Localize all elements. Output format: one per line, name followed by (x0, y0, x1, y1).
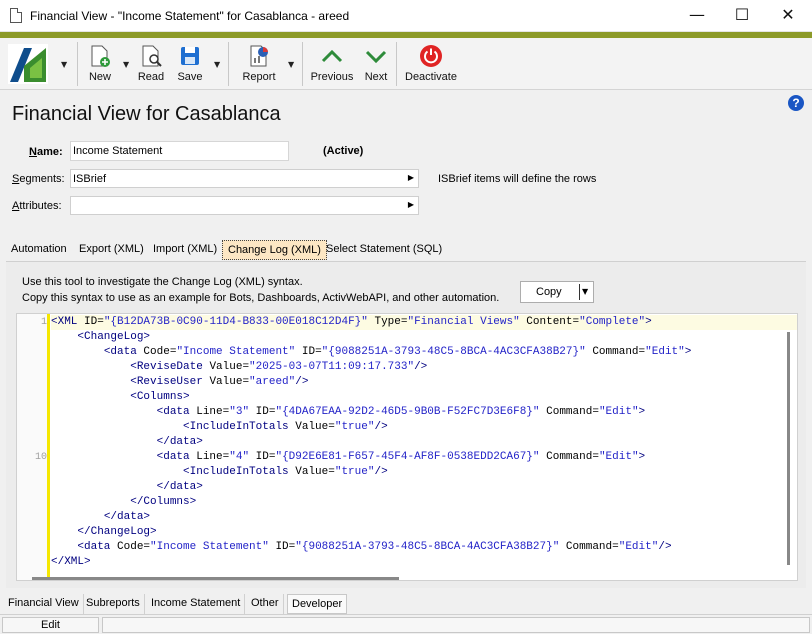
code-line: <IncludeInTotals Value="true"/> (183, 466, 388, 478)
chevron-down-icon (365, 50, 387, 64)
code-line: <data Code="Income Statement" ID="{90882… (77, 541, 672, 553)
previous-button[interactable]: Previous (310, 42, 354, 86)
tab-export-xml[interactable]: Export (XML) (74, 240, 149, 260)
new-document-icon (91, 45, 110, 67)
help-icon[interactable]: ? (788, 95, 804, 111)
bottom-tab-income-statement[interactable]: Income Statement (147, 594, 246, 614)
segments-select[interactable]: ISBrief ▶ (70, 169, 419, 188)
code-line: <ReviseDate Value="2025-03-07T11:09:17.7… (130, 361, 428, 373)
code-line: </ChangeLog> (77, 526, 157, 538)
minimize-button[interactable]: — (674, 0, 720, 32)
code-line: <IncludeInTotals Value="true"/> (183, 421, 388, 433)
segments-value: ISBrief (73, 173, 107, 185)
status-message (102, 617, 810, 633)
read-button[interactable]: Read (136, 42, 166, 86)
report-dropdown-icon[interactable]: ▼ (288, 60, 296, 69)
copy-label: Copy (536, 286, 562, 298)
tab-import-xml[interactable]: Import (XML) (148, 240, 222, 260)
next-button[interactable]: Next (362, 42, 390, 86)
xml-code[interactable]: <XML ID="{B12DA73B-0C90-11D4-B833-00E018… (51, 315, 691, 570)
bottom-tab-financial-view[interactable]: Financial View (4, 594, 84, 614)
line-gutter: 1 10 (17, 314, 48, 580)
bottom-tab-developer[interactable]: Developer (287, 594, 348, 614)
report-button[interactable]: Report (240, 42, 278, 86)
code-line: <Columns> (130, 391, 190, 403)
read-label: Read (137, 71, 165, 83)
chevron-right-icon[interactable]: ▶ (408, 173, 414, 182)
segments-hint: ISBrief items will define the rows (438, 173, 597, 185)
code-line: </data> (103, 511, 151, 523)
chevron-up-icon (321, 49, 343, 63)
code-line: <XML ID="{B12DA73B-0C90-11D4-B833-00E018… (51, 316, 652, 328)
read-document-icon (142, 45, 162, 67)
bottom-tab-strip: Financial View Subreports Income Stateme… (0, 594, 812, 614)
next-label: Next (364, 71, 388, 83)
logo-dropdown-icon[interactable]: ▼ (61, 60, 69, 69)
toolbar-separator (302, 42, 303, 86)
code-line: </data> (156, 481, 203, 493)
status-bar: Edit (0, 614, 812, 634)
attributes-select[interactable]: ▶ (70, 196, 419, 215)
code-line: <data Line="4" ID="{D92E6E81-F657-45F4-A… (156, 451, 646, 463)
save-button[interactable]: Save (176, 42, 204, 86)
code-line: <ReviseUser Value="areed"/> (130, 376, 309, 388)
line-number: 1 (40, 317, 47, 328)
copy-button[interactable]: Copy ▼ (520, 281, 594, 303)
maximize-button[interactable]: ☐ (719, 0, 765, 32)
copy-separator (579, 284, 580, 300)
code-line: </Columns> (130, 496, 197, 508)
status-mode: Edit (2, 617, 99, 633)
new-label: New (88, 71, 111, 83)
page-title: Financial View for Casablanca (12, 103, 281, 125)
tab-automation[interactable]: Automation (6, 240, 72, 260)
code-line: <data Line="3" ID="{4DA67EAA-92D2-46D5-9… (156, 406, 646, 418)
segments-label: Segments: (12, 173, 65, 185)
new-button[interactable]: New (86, 42, 114, 86)
title-bar: Financial View - "Income Statement" for … (0, 0, 812, 32)
xml-editor[interactable]: 1 10 <XML ID="{B12DA73B-0C90-11D4-B833-0… (16, 313, 798, 581)
save-disk-icon (181, 47, 199, 65)
toolbar-separator (396, 42, 397, 86)
code-line: </XML> (51, 556, 91, 568)
window-title: Financial View - "Income Statement" for … (30, 9, 350, 23)
tab-select-statement-sql[interactable]: Select Statement (SQL) (321, 240, 447, 260)
attributes-label: Attributes: (12, 200, 62, 212)
save-label: Save (177, 71, 203, 83)
bottom-tab-other[interactable]: Other (247, 594, 284, 614)
code-line: <data Code="Income Statement" ID="{90882… (103, 346, 692, 358)
save-dropdown-icon[interactable]: ▼ (214, 60, 222, 69)
code-line: <ChangeLog> (77, 331, 151, 343)
document-icon (10, 8, 22, 23)
bottom-tab-subreports[interactable]: Subreports (82, 594, 145, 614)
tab-change-log-xml[interactable]: Change Log (XML) (222, 240, 327, 260)
previous-label: Previous (310, 71, 354, 83)
toolbar-separator (77, 42, 78, 86)
chevron-right-icon[interactable]: ▶ (408, 200, 414, 209)
report-chart-icon (250, 45, 268, 67)
name-label: Name: (29, 146, 63, 158)
vertical-scrollbar[interactable] (787, 332, 790, 565)
name-input[interactable] (70, 141, 289, 161)
info-text-line2: Copy this syntax to use as an example fo… (22, 292, 500, 304)
copy-dropdown-icon[interactable]: ▼ (582, 287, 588, 296)
fold-marker (47, 314, 50, 580)
new-dropdown-icon[interactable]: ▼ (123, 60, 131, 69)
line-number: 10 (34, 452, 47, 463)
deactivate-button[interactable]: Deactivate (403, 42, 459, 86)
power-icon (420, 45, 442, 67)
code-line: </data> (156, 436, 203, 448)
app-logo-icon[interactable] (8, 44, 48, 84)
close-button[interactable]: ✕ (765, 0, 811, 32)
toolbar: ▼ New ▼ Read Save ▼ Report ▼ Previous Ne… (0, 38, 812, 90)
horizontal-scrollbar[interactable] (32, 577, 399, 580)
info-text-line1: Use this tool to investigate the Change … (22, 276, 303, 288)
status-badge: (Active) (323, 145, 364, 157)
deactivate-label: Deactivate (405, 71, 457, 83)
report-label: Report (242, 71, 276, 83)
toolbar-separator (228, 42, 229, 86)
